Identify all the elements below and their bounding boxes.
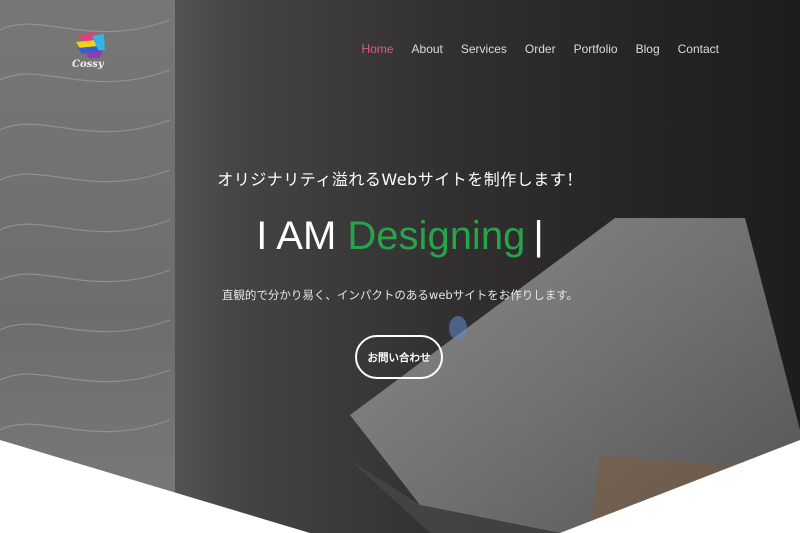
hero-tagline: オリジナリティ溢れるWebサイトを制作します！ bbox=[217, 170, 583, 189]
hero-subtext: 直観的で分かり易く、インパクトのあるwebサイトをお作りします。 bbox=[221, 288, 579, 302]
hero-section: Cossy Home About Services Order Portfoli… bbox=[0, 0, 800, 533]
nav-home[interactable]: Home bbox=[362, 42, 394, 56]
typing-cursor: | bbox=[533, 214, 544, 258]
site-logo[interactable]: Cossy bbox=[72, 32, 106, 76]
nav-order[interactable]: Order bbox=[525, 42, 556, 56]
hero-bottom-divider bbox=[0, 440, 800, 533]
nav-services[interactable]: Services bbox=[461, 42, 507, 56]
top-navbar: Cossy Home About Services Order Portfoli… bbox=[0, 18, 800, 70]
headline-accent-word: Designing bbox=[347, 214, 526, 258]
nav-contact[interactable]: Contact bbox=[678, 42, 719, 56]
contact-cta-button[interactable]: お問い合わせ bbox=[355, 335, 443, 379]
main-nav: Home About Services Order Portfolio Blog… bbox=[344, 42, 720, 56]
logo-text: Cossy bbox=[72, 59, 104, 70]
logo-icon bbox=[76, 32, 105, 58]
headline-prefix: I AM bbox=[256, 214, 348, 258]
hero-headline: I AM Designing | bbox=[0, 214, 800, 259]
nav-about[interactable]: About bbox=[412, 42, 443, 56]
nav-portfolio[interactable]: Portfolio bbox=[574, 42, 618, 56]
nav-blog[interactable]: Blog bbox=[636, 42, 660, 56]
